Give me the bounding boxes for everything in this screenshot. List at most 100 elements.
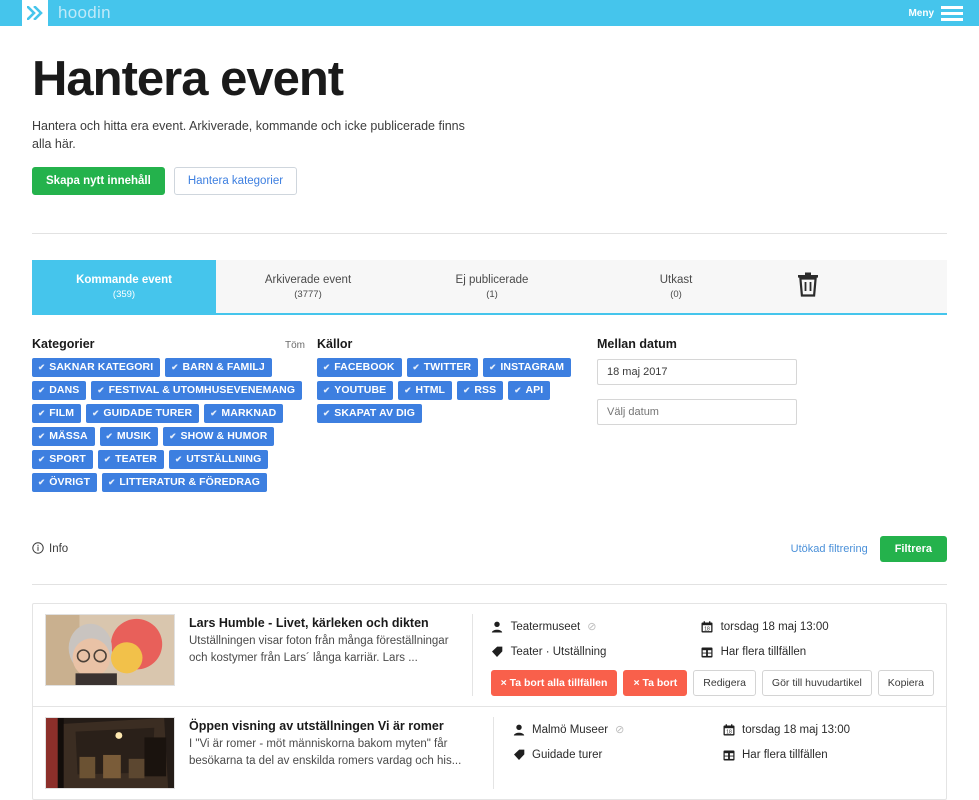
check-icon: ✔ — [105, 430, 113, 441]
category-tag[interactable]: ✔ BARN & FAMILJ — [165, 358, 272, 378]
category-tag[interactable]: ✔ SHOW & HUMOR — [163, 427, 275, 447]
edit-button[interactable]: Redigera — [693, 670, 756, 697]
check-icon: ✔ — [514, 384, 522, 395]
check-icon: ✔ — [323, 407, 331, 418]
category-tag[interactable]: ✔ MUSIK — [99, 427, 159, 447]
table-row[interactable]: Öppen visning av utställningen Vi är rom… — [33, 707, 946, 799]
date-to-input[interactable] — [597, 399, 797, 426]
category-tag[interactable]: ✔ ÖVRIGT — [32, 473, 98, 493]
date-input-spacer — [597, 385, 827, 399]
make-main-article-button[interactable]: Gör till huvudartikel — [761, 670, 872, 697]
category-tag-label: UTSTÄLLNING — [186, 453, 262, 466]
check-icon: ✔ — [38, 361, 46, 372]
category-tag[interactable]: ✔ SAKNAR KATEGORI — [32, 358, 161, 378]
event-categories: Guidade turer — [532, 748, 603, 761]
filter-buttons: Utökad filtrering Filtrera — [791, 536, 947, 563]
user-icon — [491, 621, 504, 633]
source-tag-label: FACEBOOK — [334, 361, 395, 374]
category-tag-label: SAKNAR KATEGORI — [49, 361, 154, 374]
trash-icon — [797, 272, 819, 302]
date-from-input[interactable] — [597, 359, 797, 386]
source-tag-label: SKAPAT AV DIG — [334, 407, 416, 420]
tab-ej-publicerade[interactable]: Ej publicerade (1) — [400, 260, 584, 313]
event-results-list: Lars Humble - Livet, kärleken och dikten… — [32, 603, 947, 800]
manage-categories-button[interactable]: Hantera kategorier — [173, 167, 298, 196]
source-tag[interactable]: ✔ API — [508, 381, 551, 401]
brand-logo[interactable]: hoodin — [0, 0, 111, 26]
category-tag[interactable]: ✔ LITTERATUR & FÖREDRAG — [102, 473, 268, 493]
event-description: I "Vi är romer - möt människorna bakom m… — [189, 738, 462, 767]
category-tag[interactable]: ✔ UTSTÄLLNING — [168, 450, 269, 470]
check-icon: ✔ — [38, 384, 46, 395]
event-categories: Teater · Utställning — [510, 645, 607, 658]
tab-arkiverade-event[interactable]: Arkiverade event (3777) — [216, 260, 400, 313]
category-tag[interactable]: ✔ TEATER — [97, 450, 164, 470]
category-tag[interactable]: ✔ SPORT — [32, 450, 93, 470]
source-tag[interactable]: ✔ YOUTUBE — [317, 381, 394, 401]
event-title[interactable]: Öppen visning av utställningen Vi är rom… — [189, 719, 479, 733]
extended-filtering-link[interactable]: Utökad filtrering — [791, 543, 868, 555]
event-organizer: Malmö Museer — [532, 723, 609, 736]
event-meta-grid: Teatermuseet ⊘ Teater · Utställning 18 t… — [491, 614, 934, 664]
copy-button[interactable]: Kopiera — [877, 670, 934, 697]
category-tag[interactable]: ✔ MARKNAD — [204, 404, 284, 424]
brand-name: hoodin — [58, 3, 111, 22]
event-meta-left: Malmö Museer ⊘ Guidade turer — [512, 717, 722, 767]
source-tag[interactable]: ✔ SKAPAT AV DIG — [317, 404, 423, 424]
category-tag[interactable]: ✔ MÄSSA — [32, 427, 95, 447]
source-tag[interactable]: ✔ INSTAGRAM — [483, 358, 572, 378]
category-tag-label: GUIDADE TURER — [103, 407, 193, 420]
event-meta-right: 18 torsdag 18 maj 13:00 Har flera tillfä… — [722, 717, 932, 767]
category-tag[interactable]: ✔ FILM — [32, 404, 82, 424]
ban-icon: ⊘ — [587, 621, 597, 634]
table-row[interactable]: Lars Humble - Livet, kärleken och dikten… — [33, 604, 946, 708]
filter-button[interactable]: Filtrera — [879, 536, 947, 563]
tab-label: Kommande event — [76, 273, 172, 286]
event-title[interactable]: Lars Humble - Livet, kärleken och dikten — [189, 616, 458, 630]
top-navigation-bar: hoodin Meny — [0, 0, 979, 26]
menu-button[interactable]: Meny — [908, 5, 979, 21]
menu-label: Meny — [908, 7, 934, 19]
category-tag-label: SHOW & HUMOR — [180, 430, 268, 443]
check-icon: ✔ — [323, 384, 331, 395]
source-tag-label: TWITTER — [423, 361, 472, 374]
sources-heading-row: Källor — [317, 337, 597, 351]
source-tag[interactable]: ✔ HTML — [398, 381, 453, 401]
check-icon: ✔ — [323, 361, 331, 372]
tab-utkast[interactable]: Utkast (0) — [584, 260, 768, 313]
category-tag-label: LITTERATUR & FÖREDRAG — [119, 476, 261, 489]
tab-count: (0) — [670, 288, 682, 300]
event-organizer: Teatermuseet — [510, 620, 581, 633]
tab-kommande-event[interactable]: Kommande event (359) — [32, 260, 216, 314]
event-category-line: Teater · Utställning — [491, 639, 701, 664]
check-icon: ✔ — [38, 453, 46, 464]
category-tag-label: MUSIK — [116, 430, 152, 443]
tab-label: Ej publicerade — [455, 273, 529, 286]
event-text: Lars Humble - Livet, kärleken och dikten… — [175, 614, 473, 697]
clear-categories-link[interactable]: Töm — [285, 340, 305, 351]
event-recurrence-line: Har flera tillfällen — [722, 742, 932, 767]
delete-button[interactable]: × Ta bort — [623, 670, 688, 697]
trash-tab-button[interactable] — [768, 260, 848, 313]
user-icon — [512, 724, 525, 736]
source-tag[interactable]: ✔ TWITTER — [406, 358, 479, 378]
category-tag-label: DANS — [49, 384, 80, 397]
category-tag[interactable]: ✔ DANS — [32, 381, 87, 401]
category-tag-label: FILM — [49, 407, 75, 420]
source-tag[interactable]: ✔ RSS — [457, 381, 504, 401]
category-tag[interactable]: ✔ GUIDADE TURER — [86, 404, 200, 424]
category-tag-label: SPORT — [49, 453, 86, 466]
source-tag[interactable]: ✔ FACEBOOK — [317, 358, 402, 378]
sources-heading: Källor — [317, 337, 353, 352]
info-button[interactable]: Info — [32, 542, 68, 557]
tab-label: Utkast — [659, 273, 693, 286]
event-date-line: 18 torsdag 18 maj 13:00 — [722, 717, 932, 742]
categories-filter-column: Kategorier Töm ✔ SAKNAR KATEGORI ✔ BARN & … — [32, 337, 317, 493]
create-content-button[interactable]: Skapa nytt innehåll — [32, 167, 165, 196]
delete-all-occurrences-button[interactable]: × Ta bort alla tillfällen — [490, 670, 618, 697]
tab-label: Arkiverade event — [264, 273, 352, 286]
calendar-multiple-icon — [722, 749, 735, 761]
check-icon: ✔ — [38, 476, 46, 487]
event-row-actions: × Ta bort alla tillfällen × Ta bort Redi… — [490, 670, 934, 697]
category-tag[interactable]: ✔ FESTIVAL & UTOMHUSEVENEMANG — [91, 381, 303, 401]
